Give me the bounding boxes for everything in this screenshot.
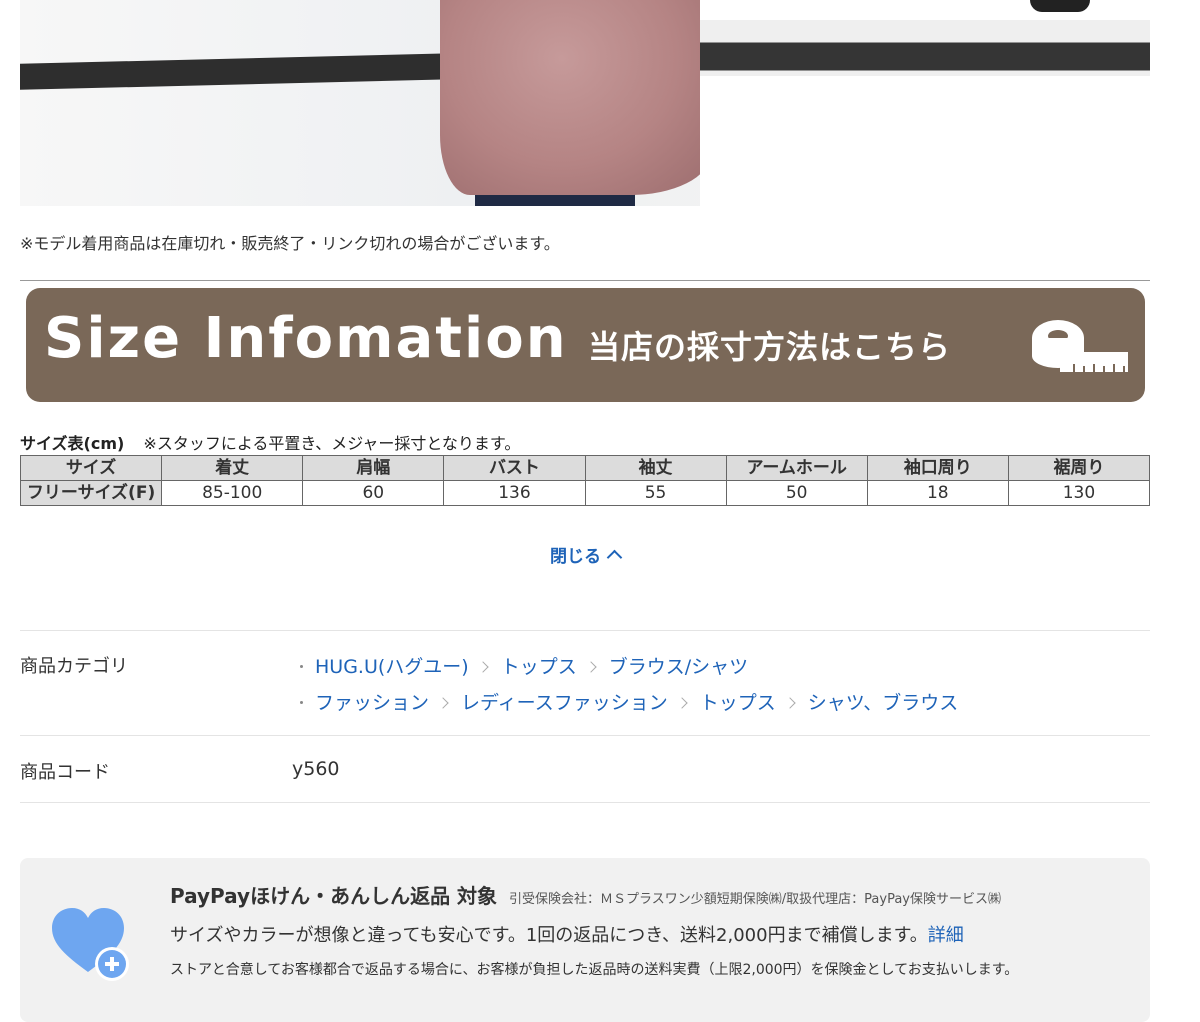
chevron-right-icon: [477, 661, 489, 673]
size-table-header-row: サイズ 着丈 肩幅 バスト 袖丈 アームホール 袖口周り 裾周り: [19, 455, 1151, 481]
divider: [20, 802, 1150, 803]
size-cell: 60: [302, 480, 445, 506]
category-link[interactable]: ブラウス/シャツ: [609, 656, 748, 678]
size-header-cell: 裾周り: [1007, 455, 1151, 481]
bullet-icon: [300, 701, 303, 704]
product-photo: [20, 0, 1150, 206]
paypay-small-print: ストアと合意してお客様都合で返品する場合に、お客様が負担した返品時の送料実費（上…: [170, 962, 1019, 978]
category-path-2: ファッション レディースファッション トップス シャツ、ブラウス: [300, 688, 958, 715]
model-note: ※モデル着用商品は在庫切れ・販売終了・リンク切れの場合がございます。: [20, 234, 560, 253]
size-header-cell: 袖口周り: [866, 455, 1009, 481]
paypay-line: サイズやカラーが想像と違っても安心です。1回の返品につき、送料2,000円まで補…: [170, 925, 928, 946]
divider: [20, 735, 1150, 736]
paypay-insurer: 引受保険会社：ＭＳプラスワン少額短期保険㈱/取扱代理店：PayPay保険サービス…: [509, 892, 1001, 907]
chevron-right-icon: [437, 697, 449, 709]
size-cell: 50: [725, 480, 868, 506]
paypay-detail-link[interactable]: 詳細: [928, 925, 964, 946]
product-code-value: y560: [292, 758, 340, 780]
paypay-title: PayPayほけん・あんしん返品 対象: [170, 884, 498, 908]
divider: [20, 280, 1150, 281]
product-code-label: 商品コード: [20, 762, 110, 783]
category-path-1: HUG.U(ハグユー) トップス ブラウス/シャツ: [300, 652, 748, 679]
category-link[interactable]: トップス: [700, 692, 776, 714]
category-label: 商品カテゴリ: [20, 656, 128, 677]
divider: [20, 630, 1150, 631]
banner-subtitle: 当店の採寸方法はこちら: [588, 328, 952, 366]
chevron-right-icon: [585, 661, 597, 673]
paypay-description: サイズやカラーが想像と違っても安心です。1回の返品につき、送料2,000円まで補…: [170, 921, 964, 947]
chevron-right-icon: [676, 697, 688, 709]
table-row: フリーサイズ(F) 85-100 60 136 55 50 18 130: [19, 480, 1151, 506]
paypay-insurance-box: PayPayほけん・あんしん返品 対象 引受保険会社：ＭＳプラスワン少額短期保険㈱…: [20, 858, 1150, 1022]
photo-railing-right: [700, 20, 1150, 76]
size-table: サイズ 着丈 肩幅 バスト 袖丈 アームホール 袖口周り 裾周り フリーサイズ(…: [19, 455, 1151, 506]
category-link[interactable]: レディースファッション: [461, 692, 668, 714]
size-cell: 55: [584, 480, 727, 506]
category-link[interactable]: トップス: [501, 656, 577, 678]
size-info-banner[interactable]: Size Infomation 当店の採寸方法はこちら: [26, 288, 1145, 402]
category-link[interactable]: ファッション: [315, 692, 429, 714]
size-header-cell: 肩幅: [302, 455, 445, 481]
heart-plus-icon: [52, 908, 129, 981]
size-cell: 18: [866, 480, 1009, 506]
banner-title: Size Infomation: [44, 306, 568, 371]
photo-model-coat-hem: [440, 0, 710, 195]
close-toggle-label: 閉じる: [550, 547, 601, 567]
category-link[interactable]: シャツ、ブラウス: [808, 692, 958, 714]
size-table-title: サイズ表(cm): [20, 434, 125, 453]
photo-dark-object: [1030, 0, 1090, 12]
size-table-note: ※スタッフによる平置き、メジャー採寸となります。: [143, 434, 521, 453]
size-header-cell: 着丈: [161, 455, 304, 481]
size-header-cell: 袖丈: [584, 455, 727, 481]
size-cell: 85-100: [161, 480, 304, 506]
measuring-tape-icon: [1032, 320, 1128, 372]
size-cell: 136: [443, 480, 586, 506]
size-cell: 130: [1007, 480, 1151, 506]
chevron-right-icon: [784, 697, 796, 709]
size-header-cell: サイズ: [19, 455, 163, 481]
size-table-caption: サイズ表(cm) ※スタッフによる平置き、メジャー採寸となります。: [20, 430, 520, 454]
chevron-up-icon: [606, 549, 623, 566]
size-row-label: フリーサイズ(F): [19, 480, 163, 506]
category-link[interactable]: HUG.U(ハグユー): [315, 656, 469, 678]
size-header-cell: アームホール: [725, 455, 868, 481]
size-header-cell: バスト: [443, 455, 586, 481]
bullet-icon: [300, 665, 303, 668]
close-toggle-button[interactable]: 閉じる: [0, 542, 1170, 567]
paypay-title-row: PayPayほけん・あんしん返品 対象 引受保険会社：ＭＳプラスワン少額短期保険㈱…: [170, 880, 1001, 909]
